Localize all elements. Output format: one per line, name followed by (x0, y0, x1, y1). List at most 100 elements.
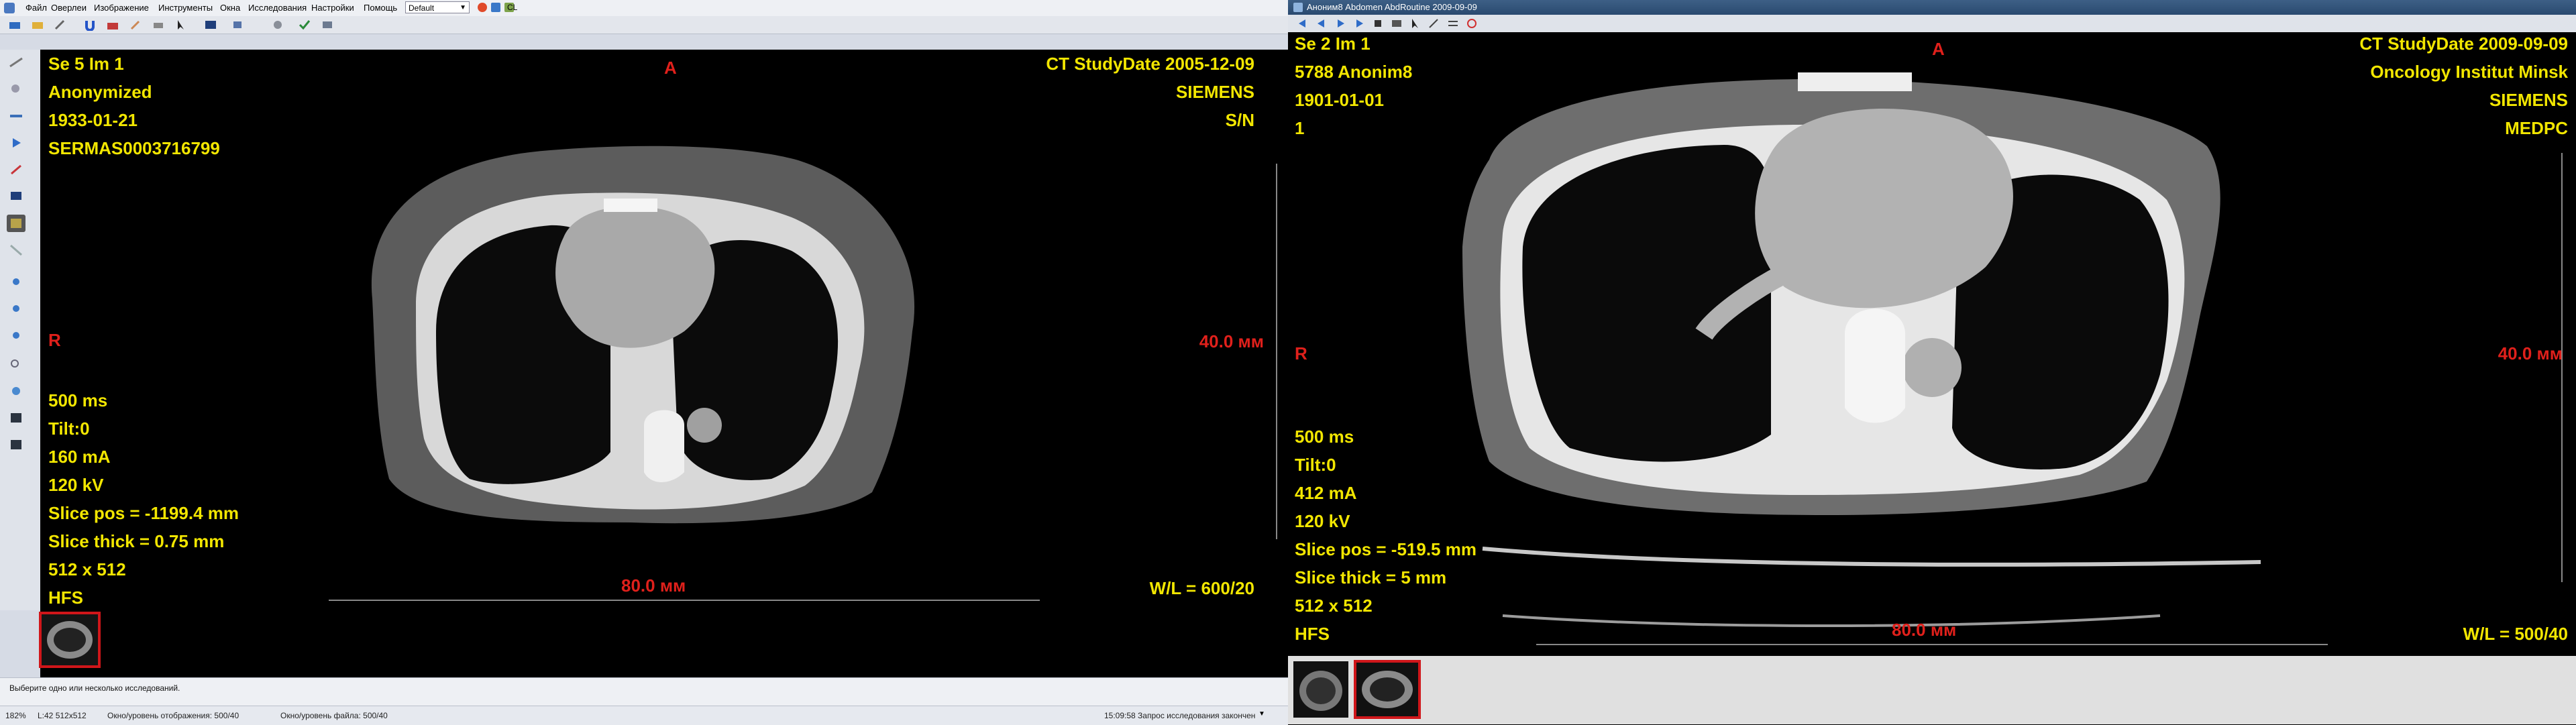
camera-icon[interactable] (103, 16, 122, 34)
vertical-scale-label: 40.0 мм (1199, 331, 1264, 351)
annotation-icon[interactable] (7, 161, 25, 178)
patient-id: SERMAS0003716799 (48, 138, 220, 158)
pointer-icon[interactable] (1406, 15, 1425, 32)
tools-icon[interactable] (51, 16, 70, 34)
message-text: Выберите одно или несколько исследований… (9, 683, 180, 693)
matrix-size: 512 x 512 (48, 559, 126, 579)
play-icon[interactable] (7, 134, 25, 152)
tool-palette (0, 50, 41, 610)
image-viewport[interactable]: Se 5 Im 1 Anonymized 1933-01-21 SERMAS00… (40, 50, 1288, 610)
title-bar: Аноним8 Abdomen AbdRoutine 2009-09-09 (1288, 0, 2576, 15)
ct-image (371, 146, 915, 524)
exposure-time: 500 ms (1295, 427, 1354, 447)
monitor-icon[interactable] (7, 188, 25, 205)
toolbar-cl-label[interactable]: CL (507, 3, 517, 12)
orientation-right: R (1295, 343, 1307, 364)
menu-image[interactable]: Изображение (94, 3, 149, 13)
first-image-icon[interactable] (1293, 15, 1312, 32)
preset-select[interactable]: Default ▼ (405, 1, 470, 13)
menu-icon[interactable] (1444, 15, 1462, 32)
thumbnail-bar (39, 610, 1288, 677)
folder-icon[interactable] (28, 16, 47, 34)
gantry-tilt: Tilt:0 (48, 419, 90, 439)
next-image-icon[interactable] (1350, 15, 1368, 32)
study-date: CT StudyDate 2009-09-09 (2359, 34, 2568, 54)
check-icon[interactable] (295, 16, 314, 34)
series-thumbnail[interactable] (39, 612, 101, 668)
tool-icon[interactable] (491, 3, 500, 12)
chevron-down-icon[interactable]: ▼ (1258, 710, 1268, 720)
stop-icon[interactable] (1368, 15, 1387, 32)
matrix-info: L:42 512x512 (38, 711, 87, 720)
zoom-icon[interactable] (7, 80, 25, 98)
patient-list-icon[interactable] (7, 329, 25, 346)
display-window: Окно/уровень отображения: 500/40 (107, 711, 239, 720)
window-level: W/L = 500/40 (2463, 624, 2568, 644)
network-icon[interactable] (7, 382, 25, 400)
query-status: 15:09:58 Запрос исследования закончен (1104, 711, 1256, 720)
search-icon[interactable] (7, 355, 25, 373)
matrix-size: 512 x 512 (1295, 596, 1373, 616)
right-application-window: Аноним8 Abdomen AbdRoutine 2009-09-09 Se… (1288, 0, 2576, 724)
patient-edit-icon[interactable] (7, 302, 25, 319)
app-icon (4, 3, 15, 13)
window-icon (1293, 3, 1303, 12)
layout-icon[interactable] (201, 16, 220, 34)
close-icon[interactable] (1462, 15, 1481, 32)
thumbnail-bar (1288, 656, 2576, 724)
viewer-toolbar (1288, 15, 2576, 33)
open-icon[interactable] (5, 16, 24, 34)
menu-file[interactable]: Файл (25, 3, 47, 13)
series-thumbnail[interactable] (1354, 660, 1421, 719)
menu-help[interactable]: Помощь (364, 3, 397, 13)
slice-position: Slice pos = -519.5 mm (1295, 539, 1477, 559)
film-icon[interactable] (7, 409, 25, 427)
manufacturer: SIEMENS (2489, 90, 2568, 110)
series-icon[interactable] (7, 215, 25, 232)
pen-icon[interactable] (126, 16, 145, 34)
series-image-label: Se 2 Im 1 (1295, 34, 1371, 54)
orientation-anterior: A (1932, 39, 1945, 59)
horizontal-scale-ruler (1536, 644, 2328, 645)
menu-studies[interactable]: Исследования (248, 3, 307, 13)
preset-select-value: Default (409, 3, 435, 13)
menu-bar: Файл Оверлеи Изображение Инструменты Окн… (0, 0, 1288, 17)
exposure-time: 500 ms (48, 390, 108, 410)
arrow-icon[interactable] (1425, 15, 1444, 32)
print-icon[interactable] (149, 16, 168, 34)
image-viewport[interactable]: Se 2 Im 1 5788 Anonim8 1901-01-01 1 CT S… (1288, 32, 2576, 656)
menu-overlays[interactable]: Оверлеи (51, 3, 87, 13)
patient-birthdate: 1933-01-21 (48, 110, 138, 130)
window-level-icon[interactable] (7, 54, 25, 71)
tube-current: 412 mA (1295, 483, 1357, 503)
tube-current: 160 mA (48, 447, 111, 467)
export-icon[interactable] (228, 16, 247, 34)
series-thumbnail[interactable] (1293, 661, 1348, 718)
menu-settings[interactable]: Настройки (311, 3, 354, 13)
measure-icon[interactable] (7, 241, 25, 259)
chevron-down-icon: ▼ (460, 4, 466, 11)
orientation-right: R (48, 330, 61, 350)
play-icon[interactable] (1331, 15, 1350, 32)
menu-windows[interactable]: Окна (220, 3, 240, 13)
window-level: W/L = 600/20 (1149, 578, 1254, 598)
station-name: MEDPC (2505, 118, 2568, 138)
main-toolbar (0, 16, 1288, 34)
pan-icon[interactable] (7, 107, 25, 125)
marker-icon[interactable] (478, 3, 487, 12)
settings-icon[interactable] (268, 16, 287, 34)
previous-image-icon[interactable] (1312, 15, 1331, 32)
film-icon[interactable] (7, 436, 25, 453)
magnet-icon[interactable] (80, 16, 99, 34)
window-title: Аноним8 Abdomen AbdRoutine 2009-09-09 (1307, 2, 1477, 12)
menu-tools[interactable]: Инструменты (158, 3, 213, 13)
patient-id: 1 (1295, 118, 1305, 138)
cine-icon[interactable] (1387, 15, 1406, 32)
patient-icon[interactable] (7, 275, 25, 292)
exchange-icon[interactable] (318, 16, 337, 34)
vertical-scale-ruler (1276, 164, 1277, 539)
ct-image (1462, 72, 2261, 627)
kvp: 120 kV (48, 475, 104, 495)
pointer-icon[interactable] (172, 16, 191, 34)
file-window: Окно/уровень файла: 500/40 (280, 711, 388, 720)
